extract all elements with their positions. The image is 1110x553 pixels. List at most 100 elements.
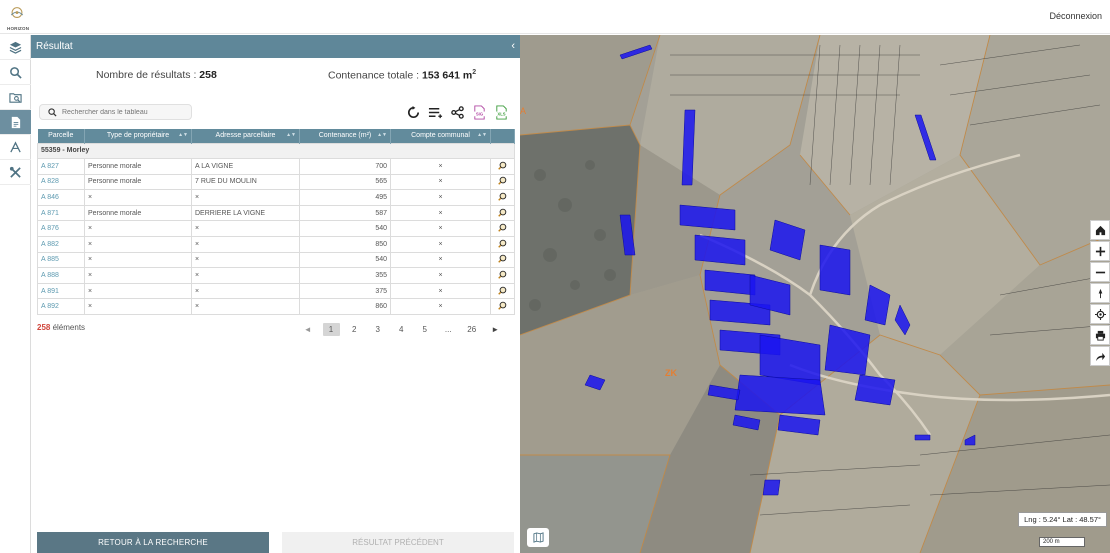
cell-parcelle[interactable]: A 892	[37, 298, 85, 316]
table-row[interactable]: A 846 × × 495 ×	[37, 189, 515, 206]
horizon-logo[interactable]: HORIZON	[5, 6, 30, 31]
zoom-to-parcel-button[interactable]	[490, 204, 515, 222]
cell-contenance: 540	[299, 220, 391, 238]
cell-parcelle[interactable]: A 876	[37, 220, 85, 238]
cell-type: ×	[84, 298, 192, 316]
cell-contenance: 495	[299, 189, 391, 206]
logout-link[interactable]: Déconnexion	[1049, 11, 1102, 21]
document-icon	[11, 116, 21, 128]
zoom-to-parcel-button[interactable]	[490, 189, 515, 206]
locate-button[interactable]	[1090, 304, 1110, 324]
zoom-to-parcel-button[interactable]	[490, 298, 515, 316]
zoom-to-icon	[498, 286, 507, 295]
zoom-to-parcel-button[interactable]	[490, 267, 515, 284]
zoom-to-icon	[498, 192, 507, 201]
previous-result-button[interactable]: RÉSULTAT PRÉCÉDENT	[282, 532, 514, 553]
sig-export-button[interactable]: SIG	[471, 103, 488, 121]
rail-layers[interactable]	[0, 35, 31, 60]
cell-parcelle[interactable]: A 885	[37, 251, 85, 269]
cell-parcelle[interactable]: A 891	[37, 282, 85, 300]
map-view[interactable]: A ZK Lng : 5.24° Lat : 48.57° 200 m	[520, 35, 1110, 553]
zoom-out-button[interactable]	[1090, 262, 1110, 282]
table-row[interactable]: A 882 × × 850 ×	[37, 236, 515, 253]
pager-page-1[interactable]: 1	[322, 323, 340, 336]
cell-type: ×	[84, 189, 192, 206]
cell-parcelle[interactable]: A 882	[37, 236, 85, 253]
table-row[interactable]: A 876 × × 540 ×	[37, 220, 515, 238]
zoom-to-icon	[498, 255, 507, 264]
zoom-to-parcel-button[interactable]	[490, 282, 515, 300]
back-to-search-button[interactable]: RETOUR À LA RECHERCHE	[37, 532, 269, 553]
table-search[interactable]	[39, 104, 192, 120]
pager-prev[interactable]: ◄	[296, 323, 320, 336]
cell-parcelle[interactable]: A 828	[37, 173, 85, 191]
zoom-to-parcel-button[interactable]	[490, 220, 515, 238]
logo-icon	[10, 7, 24, 18]
rail-results[interactable]	[0, 110, 31, 135]
cell-parcelle[interactable]: A 827	[37, 158, 85, 175]
pager-page-4[interactable]: 4	[390, 323, 414, 336]
zoom-to-parcel-button[interactable]	[490, 173, 515, 191]
cell-adresse: ×	[191, 220, 300, 238]
map-canvas[interactable]	[520, 35, 1110, 553]
collapse-panel-button[interactable]: ‹	[511, 35, 515, 58]
table-row[interactable]: A 827 Personne morale A LA VIGNE 700 ×	[37, 158, 515, 175]
tools-icon	[9, 166, 21, 178]
table-row[interactable]: A 891 × × 375 ×	[37, 282, 515, 300]
zoom-out-icon	[1095, 271, 1105, 273]
zoom-to-parcel-button[interactable]	[490, 251, 515, 269]
rail-search[interactable]	[0, 60, 31, 85]
col-type[interactable]: Type de propriétaire ▲▼	[84, 129, 192, 143]
logo-text: HORIZON	[7, 26, 30, 31]
table-header-row: Parcelle Type de propriétaire ▲▼ Adresse …	[37, 129, 515, 143]
share-button[interactable]	[449, 103, 466, 121]
share-arrow-icon	[1095, 352, 1105, 361]
table-row[interactable]: A 871 Personne morale DERRIERE LA VIGNE 587…	[37, 204, 515, 222]
pager-page-2[interactable]: 2	[343, 323, 367, 336]
table-row[interactable]: A 888 × × 355 ×	[37, 267, 515, 284]
pager-page-3[interactable]: 3	[366, 323, 390, 336]
cell-adresse: DERRIERE LA VIGNE	[191, 204, 300, 222]
zoom-in-button[interactable]	[1090, 241, 1110, 261]
group-label: 55359 - Morley	[37, 142, 515, 160]
col-contenance[interactable]: Contenance (m²) ▲▼	[299, 129, 391, 143]
reset-button[interactable]	[405, 103, 422, 121]
cell-compte: ×	[390, 173, 491, 191]
pager-page-26[interactable]: 26	[460, 323, 484, 336]
north-button[interactable]	[1090, 283, 1110, 303]
north-icon	[1098, 288, 1102, 298]
zoom-to-parcel-button[interactable]	[490, 158, 515, 175]
xls-export-button[interactable]: XLS	[493, 103, 510, 121]
xls-export-icon: XLS	[495, 104, 508, 120]
rail-measure[interactable]	[0, 135, 31, 160]
cell-adresse: ×	[191, 267, 300, 284]
table-row[interactable]: A 892 × × 860 ×	[37, 298, 515, 316]
result-panel: Résultat ‹ Nombre de résultats : 258 Con…	[31, 35, 520, 553]
pager-page-5[interactable]: 5	[413, 323, 437, 336]
columns-button[interactable]	[427, 103, 444, 121]
share-map-button[interactable]	[1090, 346, 1110, 366]
cell-compte: ×	[390, 298, 491, 316]
col-parcelle[interactable]: Parcelle	[37, 129, 85, 143]
table-row[interactable]: A 828 Personne morale 7 RUE DU MOULIN 565 ×	[37, 173, 515, 191]
zoom-to-icon	[498, 270, 507, 279]
cell-parcelle[interactable]: A 888	[37, 267, 85, 284]
zoom-to-parcel-button[interactable]	[490, 236, 515, 253]
rail-tools[interactable]	[0, 160, 31, 185]
cell-type: ×	[84, 267, 192, 284]
map-controls	[1090, 220, 1110, 367]
table-row[interactable]: A 885 × × 540 ×	[37, 251, 515, 269]
rail-folder-search[interactable]	[0, 85, 31, 110]
col-compte[interactable]: Compte communal ▲▼	[390, 129, 491, 143]
pager-next[interactable]: ►	[484, 323, 508, 336]
cell-type: ×	[84, 236, 192, 253]
basemap-button[interactable]	[527, 528, 549, 547]
cell-adresse: ×	[191, 189, 300, 206]
col-adresse[interactable]: Adresse parcellaire ▲▼	[191, 129, 300, 143]
print-button[interactable]	[1090, 325, 1110, 345]
cell-parcelle[interactable]: A 846	[37, 189, 85, 206]
cell-parcelle[interactable]: A 871	[37, 204, 85, 222]
coordinates-readout: Lng : 5.24° Lat : 48.57°	[1018, 512, 1107, 527]
home-button[interactable]	[1090, 220, 1110, 240]
table-search-input[interactable]	[62, 106, 188, 118]
